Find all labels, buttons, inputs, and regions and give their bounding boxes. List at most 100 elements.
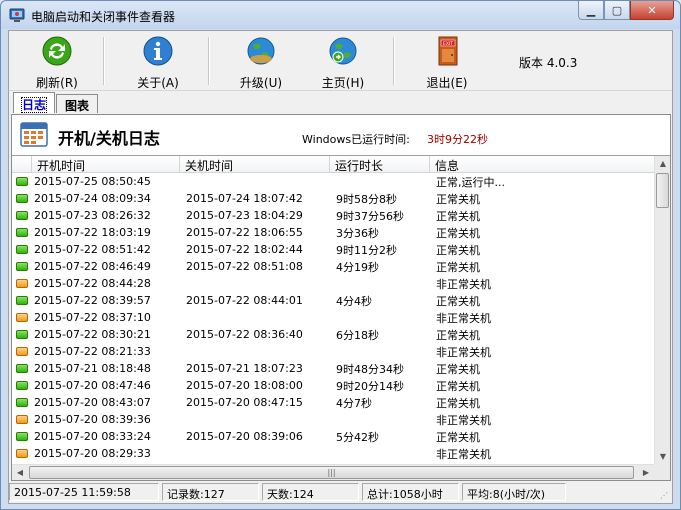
homepage-label: 主页(H) — [321, 76, 365, 90]
cell-end-time: 2015-07-21 18:07:23 — [186, 362, 303, 375]
status-total: 总计:1058小时 — [362, 483, 459, 501]
cell-end-time: 2015-07-20 08:39:06 — [186, 430, 303, 443]
column-header-status[interactable] — [12, 156, 32, 173]
status-cell — [12, 245, 32, 254]
table-row[interactable]: 2015-07-25 08:50:45 正常,运行中... — [12, 173, 654, 190]
globe-home-icon — [329, 37, 357, 65]
abnormal-status-icon — [16, 415, 28, 424]
tab-chart[interactable]: 图表 — [56, 94, 99, 113]
table-row[interactable]: 2015-07-22 08:37:10 非正常关机 — [12, 309, 654, 326]
table-row[interactable]: 2015-07-24 08:09:34 2015-07-24 18:07:42 9时… — [12, 190, 654, 207]
close-button[interactable]: ✕ — [630, 1, 674, 20]
tab-log[interactable]: 日志 — [13, 92, 56, 113]
cell-end-time: 2015-07-20 08:47:15 — [186, 396, 303, 409]
table-row[interactable]: 2015-07-20 08:29:33 非正常关机 — [12, 445, 654, 462]
runtime-value: 3时9分22秒 — [427, 133, 488, 146]
vertical-scroll-thumb[interactable] — [656, 173, 669, 208]
minimize-button[interactable]: ▁ — [578, 1, 604, 20]
cell-info: 非正常关机 — [436, 413, 491, 427]
normal-status-icon — [16, 245, 28, 254]
exit-door-icon: EXIT — [438, 36, 458, 66]
table-row[interactable]: 2015-07-22 18:03:19 2015-07-22 18:06:55 3分… — [12, 224, 654, 241]
cell-start-time: 2015-07-21 08:18:48 — [34, 362, 151, 375]
abnormal-status-icon — [16, 279, 28, 288]
table-row[interactable]: 2015-07-22 08:21:33 非正常关机 — [12, 343, 654, 360]
scroll-left-icon[interactable]: ◀ — [12, 465, 28, 480]
cell-duration: 3分36秒 — [336, 226, 379, 240]
table-row[interactable]: 2015-07-20 08:39:36 非正常关机 — [12, 411, 654, 428]
cell-start-time: 2015-07-20 08:33:24 — [34, 430, 151, 443]
status-bar: 2015-07-25 11:59:58 记录数:127 天数:124 总计:10… — [9, 483, 672, 503]
cell-info: 正常关机 — [436, 243, 480, 257]
cell-info: 正常,运行中... — [436, 175, 505, 189]
column-header-duration[interactable]: 运行时长 — [330, 156, 430, 173]
upgrade-button[interactable]: 升级(U) — [223, 35, 299, 90]
cell-start-time: 2015-07-23 08:26:32 — [34, 209, 151, 222]
cell-info: 正常关机 — [436, 396, 480, 410]
cell-start-time: 2015-07-22 08:46:49 — [34, 260, 151, 273]
list-header: 开机时间 关机时间 运行时长 信息 — [12, 156, 654, 173]
cell-end-time: 2015-07-24 18:07:42 — [186, 192, 303, 205]
cell-start-time: 2015-07-22 18:03:19 — [34, 226, 151, 239]
status-days: 天数:124 — [262, 483, 359, 501]
table-row[interactable]: 2015-07-20 08:43:07 2015-07-20 08:47:15 4分… — [12, 394, 654, 411]
table-row[interactable]: 2015-07-22 08:30:21 2015-07-22 08:36:40 6分… — [12, 326, 654, 343]
column-header-start[interactable]: 开机时间 — [32, 156, 180, 173]
cell-info: 正常关机 — [436, 192, 480, 206]
cell-duration: 9时11分2秒 — [336, 243, 397, 257]
column-header-info[interactable]: 信息 — [430, 156, 654, 173]
table-row[interactable]: 2015-07-23 08:26:32 2015-07-23 18:04:29 9时… — [12, 207, 654, 224]
cell-start-time: 2015-07-22 08:21:33 — [34, 345, 151, 358]
homepage-button[interactable]: 主页(H) — [305, 35, 381, 90]
normal-status-icon — [16, 211, 28, 220]
maximize-button[interactable]: ▢ — [604, 1, 630, 20]
app-icon — [9, 8, 25, 22]
cell-duration: 5分42秒 — [336, 430, 379, 444]
scroll-down-icon[interactable]: ▼ — [655, 449, 670, 465]
refresh-label: 刷新(R) — [36, 76, 78, 90]
table-row[interactable]: 2015-07-22 08:46:49 2015-07-22 08:51:08 4分… — [12, 258, 654, 275]
event-list[interactable]: 开机时间 关机时间 运行时长 信息 2015-07-25 08:50:45 正常,… — [12, 155, 670, 480]
status-cell — [12, 398, 32, 407]
normal-status-icon — [16, 432, 28, 441]
cell-duration: 9时20分14秒 — [336, 379, 404, 393]
table-row[interactable]: 2015-07-22 08:39:57 2015-07-22 08:44:01 4分… — [12, 292, 654, 309]
cell-info: 非正常关机 — [436, 311, 491, 325]
table-row[interactable]: 2015-07-21 08:18:48 2015-07-21 18:07:23 9时… — [12, 360, 654, 377]
cell-start-time: 2015-07-20 08:47:46 — [34, 379, 151, 392]
horizontal-scrollbar[interactable]: ◀ ||| ▶ — [12, 464, 654, 480]
normal-status-icon — [16, 228, 28, 237]
cell-info: 正常关机 — [436, 362, 480, 376]
tab-log-label: 日志 — [20, 97, 48, 113]
cell-info: 正常关机 — [436, 294, 480, 308]
resize-grip-icon[interactable]: ⋰ — [660, 491, 672, 503]
table-row[interactable]: 2015-07-20 08:47:46 2015-07-20 18:08:00 9时… — [12, 377, 654, 394]
exit-button[interactable]: EXIT 退出(E) — [409, 35, 485, 90]
refresh-button[interactable]: 刷新(R) — [19, 35, 95, 90]
cell-duration: 4分7秒 — [336, 396, 372, 410]
vertical-scrollbar[interactable]: ▲ ▼ — [654, 156, 670, 465]
cell-end-time: 2015-07-23 18:04:29 — [186, 209, 303, 222]
panel-title: 开机/关机日志 — [58, 129, 160, 148]
title-bar[interactable]: 电脑启动和关闭事件查看器 ▁ ▢ ✕ — [1, 1, 680, 29]
cell-start-time: 2015-07-24 08:09:34 — [34, 192, 151, 205]
cell-start-time: 2015-07-20 08:39:36 — [34, 413, 151, 426]
maximize-icon: ▢ — [611, 3, 623, 17]
scroll-up-icon[interactable]: ▲ — [655, 156, 670, 172]
table-row[interactable]: 2015-07-22 08:51:42 2015-07-22 18:02:44 9时… — [12, 241, 654, 258]
normal-status-icon — [16, 330, 28, 339]
toolbar: 刷新(R) 关于(A) 升级(U) 主页(H) EXIT 退出(E) 版本 4.… — [9, 31, 672, 91]
scroll-right-icon[interactable]: ▶ — [638, 465, 654, 480]
cell-duration: 9时58分8秒 — [336, 192, 397, 206]
table-row[interactable]: 2015-07-20 08:33:24 2015-07-20 08:39:06 5分… — [12, 428, 654, 445]
minimize-icon: ▁ — [586, 3, 596, 17]
column-header-end[interactable]: 关机时间 — [180, 156, 330, 173]
version-label: 版本 4.0.3 — [519, 56, 578, 70]
app-window: 电脑启动和关闭事件查看器 ▁ ▢ ✕ 刷新(R) 关于(A) 升级(U) 主页(… — [0, 0, 681, 510]
status-cell — [12, 177, 32, 186]
status-cell — [12, 228, 32, 237]
cell-end-time: 2015-07-22 18:06:55 — [186, 226, 303, 239]
table-row[interactable]: 2015-07-22 08:44:28 非正常关机 — [12, 275, 654, 292]
horizontal-scroll-thumb[interactable]: ||| — [29, 466, 634, 479]
about-button[interactable]: 关于(A) — [120, 35, 196, 90]
